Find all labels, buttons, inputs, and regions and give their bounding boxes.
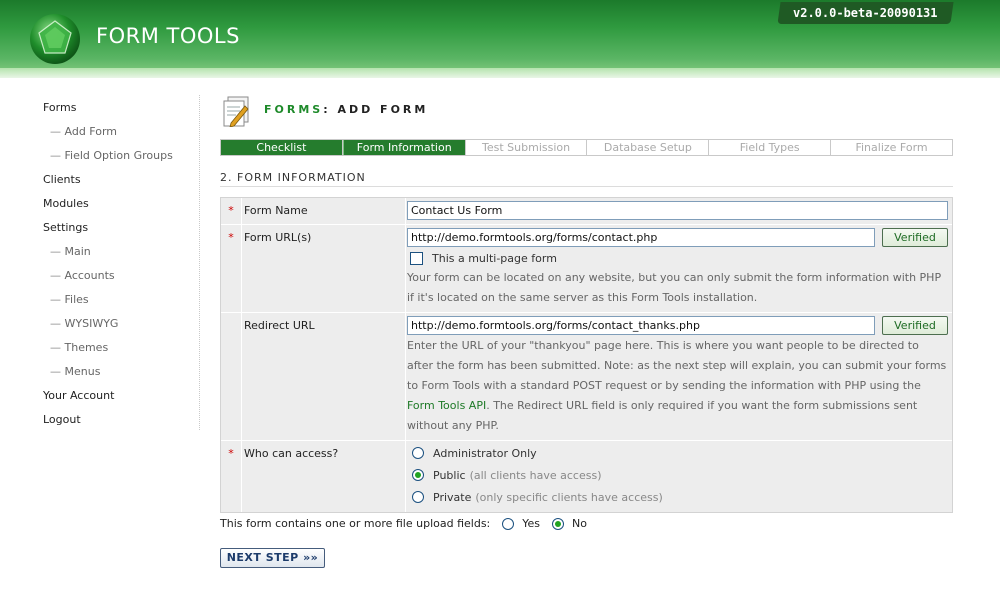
file-upload-yes-radio[interactable] (502, 517, 515, 530)
required-spacer (221, 313, 241, 440)
form-url-line: http://demo.formtools.org/forms/contact.… (407, 228, 948, 247)
redirect-url-help: Enter the URL of your "thankyou" page he… (407, 336, 948, 436)
nav-add-form[interactable]: Add Form (43, 124, 203, 148)
form-url-label: Form URL(s) (241, 225, 405, 312)
access-admin-label: Administrator Only (433, 446, 537, 460)
nav-settings[interactable]: Settings (43, 220, 203, 244)
nav-your-account[interactable]: Your Account (43, 388, 203, 412)
tab-checklist[interactable]: Checklist (221, 140, 343, 155)
tab-finalize-form[interactable]: Finalize Form (831, 140, 952, 155)
access-cell: Administrator Only Public (all clients h… (405, 441, 952, 512)
file-upload-question: This form contains one or more file uplo… (220, 517, 587, 530)
redirect-url-row: Redirect URL http://demo.formtools.org/f… (221, 313, 952, 441)
file-upload-no-radio[interactable] (552, 517, 565, 530)
form-tools-api-link[interactable]: Form Tools API (407, 399, 486, 412)
access-private-label: Private (433, 490, 472, 504)
page-title: FORMS: ADD FORM (264, 103, 428, 116)
access-private-note: (only specific clients have access) (475, 490, 663, 504)
page-title-section: FORMS (264, 103, 324, 116)
left-nav: Forms Add Form Field Option Groups Clien… (43, 100, 203, 436)
required-marker: * (228, 231, 234, 244)
required-marker: * (228, 204, 234, 217)
app-header: FORM TOOLS v2.0.0-beta-20090131 (0, 0, 1000, 78)
tab-test-submission[interactable]: Test Submission (465, 140, 588, 155)
form-tools-logo-icon (30, 14, 80, 64)
step-tabs: Checklist Form Information Test Submissi… (220, 139, 953, 156)
form-url-verified-button[interactable]: Verified (882, 228, 948, 247)
form-name-input[interactable]: Contact Us Form (407, 201, 948, 220)
nav-field-option-groups[interactable]: Field Option Groups (43, 148, 203, 172)
multi-page-checkbox[interactable] (410, 252, 423, 265)
multi-page-option[interactable]: This a multi-page form (407, 250, 948, 267)
file-upload-yes-label: Yes (522, 517, 541, 530)
header-stripe (0, 68, 1000, 78)
access-public-label: Public (433, 468, 466, 482)
access-row: * Who can access? Administrator Only Pub… (221, 441, 952, 512)
redirect-url-line: http://demo.formtools.org/forms/contact_… (407, 316, 948, 335)
form-url-input[interactable]: http://demo.formtools.org/forms/contact.… (407, 228, 875, 247)
nav-divider (199, 95, 200, 430)
access-option-admin[interactable]: Administrator Only (407, 442, 948, 464)
access-option-private[interactable]: Private (only specific clients have acce… (407, 486, 948, 508)
tab-form-information[interactable]: Form Information (342, 140, 466, 155)
nav-forms[interactable]: Forms (43, 100, 203, 124)
redirect-url-input[interactable]: http://demo.formtools.org/forms/contact_… (407, 316, 875, 335)
nav-settings-files[interactable]: Files (43, 292, 203, 316)
page-title-action: : ADD FORM (323, 103, 429, 116)
access-label: Who can access? (241, 441, 405, 512)
redirect-url-verified-button[interactable]: Verified (882, 316, 948, 335)
tab-field-types[interactable]: Field Types (709, 140, 832, 155)
nav-settings-themes[interactable]: Themes (43, 340, 203, 364)
section-divider (220, 186, 953, 187)
form-url-cell: http://demo.formtools.org/forms/contact.… (405, 225, 952, 312)
access-public-note: (all clients have access) (469, 468, 602, 482)
form-name-label: Form Name (241, 198, 405, 224)
access-public-radio[interactable] (412, 469, 424, 481)
nav-logout[interactable]: Logout (43, 412, 203, 436)
redirect-url-label: Redirect URL (241, 313, 405, 440)
form-name-row: * Form Name Contact Us Form (221, 198, 952, 225)
redirect-help-text: Enter the URL of your "thankyou" page he… (407, 339, 947, 392)
file-upload-no-label: No (572, 517, 587, 530)
nav-settings-accounts[interactable]: Accounts (43, 268, 203, 292)
access-admin-radio[interactable] (412, 447, 424, 459)
form-info-table: * Form Name Contact Us Form * Form URL(s… (220, 197, 953, 513)
form-url-help: Your form can be located on any website,… (407, 271, 942, 304)
access-option-public[interactable]: Public (all clients have access) (407, 464, 948, 486)
multi-page-label: This a multi-page form (432, 252, 557, 265)
tab-database-setup[interactable]: Database Setup (587, 140, 710, 155)
file-upload-label: This form contains one or more file uplo… (220, 517, 491, 530)
form-url-row: * Form URL(s) http://demo.formtools.org/… (221, 225, 952, 313)
add-form-icon (223, 96, 249, 127)
form-name-cell: Contact Us Form (405, 198, 952, 224)
app-title: FORM TOOLS (96, 24, 240, 48)
version-badge: v2.0.0-beta-20090131 (777, 2, 954, 24)
nav-modules[interactable]: Modules (43, 196, 203, 220)
nav-clients[interactable]: Clients (43, 172, 203, 196)
access-private-radio[interactable] (412, 491, 424, 503)
version-text: v2.0.0-beta-20090131 (793, 6, 938, 20)
next-step-button[interactable]: NEXT STEP »» (220, 548, 325, 568)
required-marker: * (228, 447, 234, 460)
section-title: 2. FORM INFORMATION (220, 171, 366, 184)
nav-settings-wysiwyg[interactable]: WYSIWYG (43, 316, 203, 340)
nav-settings-menus[interactable]: Menus (43, 364, 203, 388)
redirect-url-cell: http://demo.formtools.org/forms/contact_… (405, 313, 952, 440)
nav-settings-main[interactable]: Main (43, 244, 203, 268)
